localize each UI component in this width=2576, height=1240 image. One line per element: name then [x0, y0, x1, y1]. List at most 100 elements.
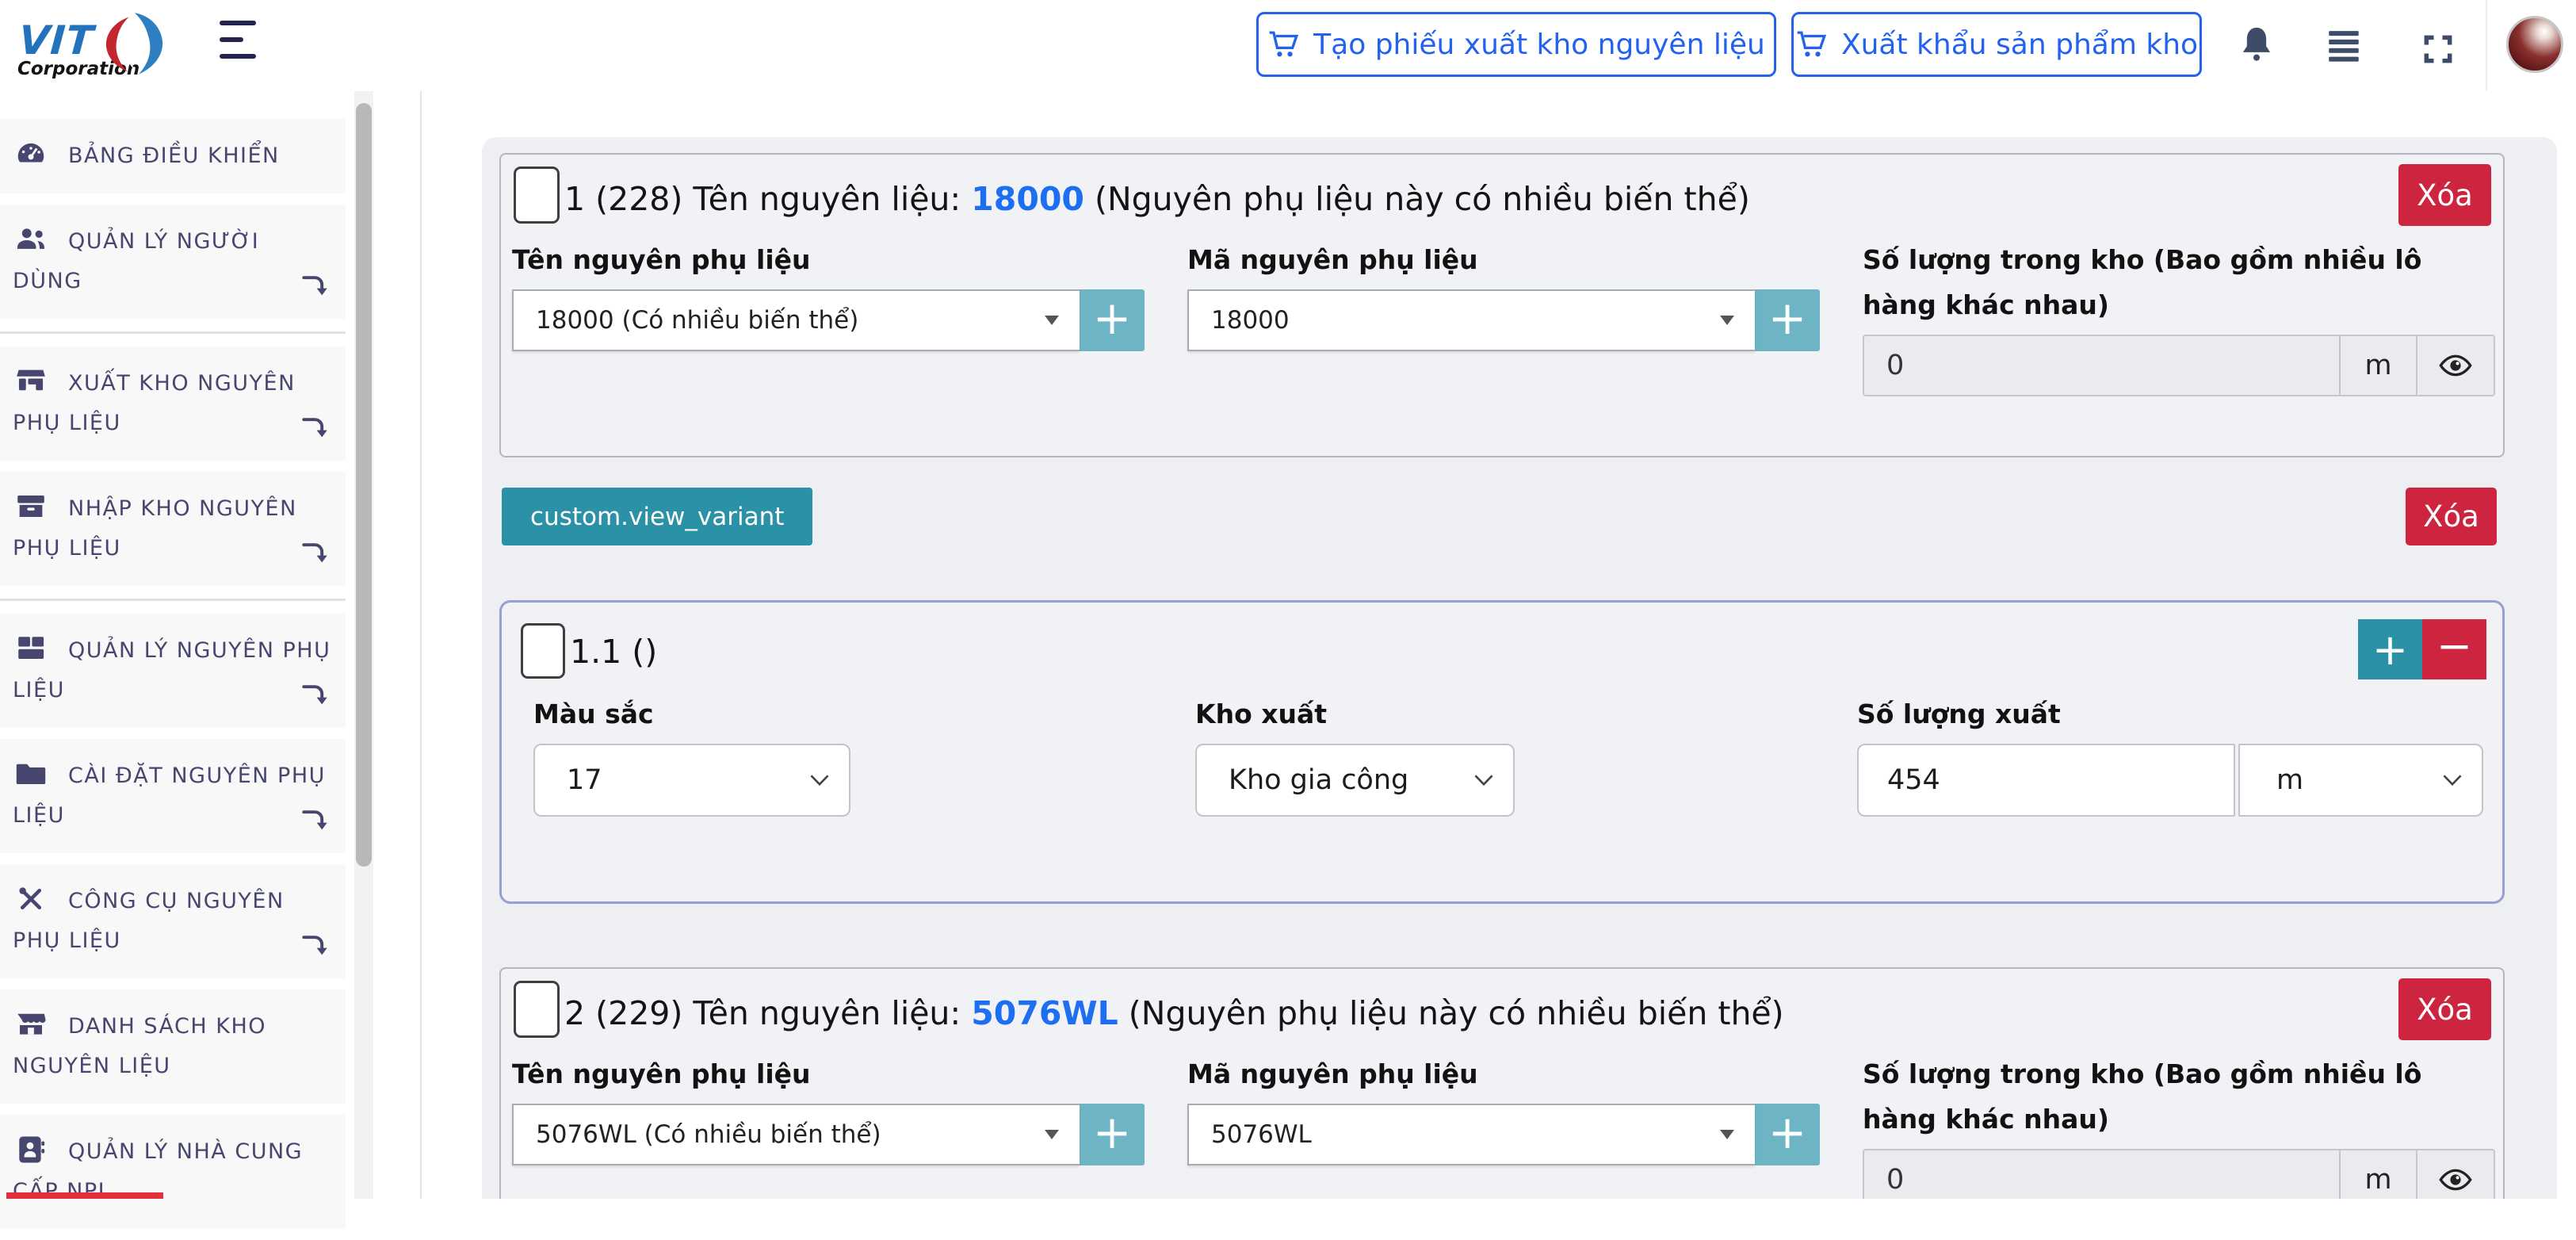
material-2-delete-button[interactable]: Xóa	[2398, 978, 2491, 1040]
cart-icon	[1795, 28, 1829, 61]
export-items-container: 1 (228) Tên nguyên liệu: 18000 (Nguyên p…	[482, 137, 2557, 1199]
fullscreen-icon[interactable]	[2421, 32, 2456, 67]
sidebar-item-warehouse-list[interactable]: DANH SÁCH KHO NGUYÊN LIỆU	[0, 989, 346, 1104]
material-stock-label: Số lượng trong kho (Bao gồm nhiều lô hàn…	[1863, 1051, 2495, 1142]
material-2-name-select[interactable]: 5076WL (Có nhiều biến thể)	[512, 1104, 1080, 1165]
material-1-name-select[interactable]: 18000 (Có nhiều biến thể)	[512, 289, 1080, 351]
material-1-code-value: 18000	[1211, 306, 1290, 335]
sidebar-item-user-management[interactable]: QUẢN LÝ NGƯỜI DÙNG	[0, 205, 346, 319]
sidebar-item-material-settings[interactable]: CÀI ĐẶT NGUYÊN PHỤ LIỆU	[0, 739, 346, 853]
supplier-card-icon	[13, 1133, 49, 1166]
material-2-view-stock-button[interactable]	[2416, 1150, 2494, 1199]
sidebar-item-label: QUẢN LÝ NGUYÊN PHỤ LIỆU	[13, 638, 331, 702]
sidebar-scrollbar-thumb[interactable]	[356, 103, 372, 867]
material-2-checkbox[interactable]	[514, 981, 560, 1038]
submenu-arrow-icon	[301, 806, 330, 834]
submenu-arrow-icon	[301, 538, 330, 567]
variant-add-button[interactable]: +	[2358, 619, 2422, 679]
warehouse-icon	[13, 1008, 49, 1041]
variant-color-select[interactable]: 17	[533, 744, 850, 817]
submenu-arrow-icon	[301, 680, 330, 709]
cart-icon	[1267, 28, 1301, 61]
user-avatar[interactable]	[2506, 16, 2563, 73]
sidebar-item-label: CÀI ĐẶT NGUYÊN PHỤ LIỆU	[13, 764, 326, 828]
variant-warehouse-select[interactable]: Kho gia công	[1195, 744, 1515, 817]
material-1-note: (Nguyên phụ liệu này có nhiều biến thể)	[1095, 180, 1750, 218]
sidebar-scrollbar-track	[354, 91, 373, 1199]
sidebar-item-label: DANH SÁCH KHO NGUYÊN LIỆU	[13, 1014, 266, 1078]
material-1-stock-value: 0	[1864, 336, 2339, 395]
chevron-down-icon	[1473, 773, 1494, 787]
dropdown-arrow-icon	[1720, 1130, 1734, 1139]
material-1-delete-button[interactable]: Xóa	[2398, 164, 2491, 226]
material-1-checkbox[interactable]	[514, 166, 560, 224]
dashboard-icon	[13, 137, 49, 170]
material-code-label: Mã nguyên phụ liệu	[1187, 237, 1820, 282]
material-2-title: 2 (229) Tên nguyên liệu: 5076WL (Nguyên …	[564, 994, 1784, 1032]
material-2-stock-unit: m	[2339, 1150, 2416, 1199]
sidebar-item-label: QUẢN LÝ NGƯỜI DÙNG	[13, 229, 259, 293]
eye-icon	[2438, 348, 2473, 383]
material-1-add-name-button[interactable]: +	[1080, 289, 1145, 351]
variant-unit-select[interactable]: m	[2238, 744, 2483, 817]
create-export-slip-button[interactable]: Tạo phiếu xuất kho nguyên liệu	[1256, 12, 1776, 77]
tools-icon	[13, 882, 49, 916]
sidebar-item-material-export[interactable]: XUẤT KHO NGUYÊN PHỤ LIỆU	[0, 346, 346, 461]
material-name-label: Tên nguyên phụ liệu	[512, 237, 1145, 282]
variant-warehouse-value: Kho gia công	[1229, 764, 1408, 796]
list-icon[interactable]	[2324, 25, 2364, 65]
create-export-slip-label: Tạo phiếu xuất kho nguyên liệu	[1313, 29, 1765, 61]
variant-1-1-checkbox[interactable]	[521, 623, 565, 679]
sidebar-item-label: CÔNG CỤ NGUYÊN PHỤ LIỆU	[13, 889, 285, 953]
variant-1-1-title: 1.1 ()	[570, 633, 657, 671]
dropdown-arrow-icon	[1045, 1130, 1059, 1139]
variant-qty-input[interactable]	[1857, 744, 2235, 817]
sidebar-active-indicator	[6, 1192, 163, 1199]
sidebar-item-material-tools[interactable]: CÔNG CỤ NGUYÊN PHỤ LIỆU	[0, 864, 346, 978]
material-2-title-prefix: 2 (229) Tên nguyên liệu:	[564, 994, 961, 1032]
store-export-icon	[13, 365, 49, 398]
dropdown-arrow-icon	[1045, 316, 1059, 325]
material-2-name-link[interactable]: 5076WL	[971, 994, 1118, 1032]
sidebar-item-label: BẢNG ĐIỀU KHIỂN	[68, 144, 280, 168]
vit-logo: VIT Corporation	[17, 6, 224, 86]
top-header: VIT Corporation Tạo phiếu xuất kho nguyê…	[0, 0, 2576, 91]
material-2-code-select[interactable]: 5076WL	[1187, 1104, 1755, 1165]
sidebar-item-material-import[interactable]: NHẬP KHO NGUYÊN PHỤ LIỆU	[0, 472, 346, 586]
submenu-arrow-icon	[301, 413, 330, 442]
view-variant-badge[interactable]: custom.view_variant	[502, 488, 812, 545]
sidebar-item-label: NHẬP KHO NGUYÊN PHỤ LIỆU	[13, 496, 297, 561]
material-2-add-name-button[interactable]: +	[1080, 1104, 1145, 1165]
material-1-add-code-button[interactable]: +	[1755, 289, 1820, 351]
sidebar-item-supplier-management[interactable]: QUẢN LÝ NHÀ CUNG CẤP NPL	[0, 1115, 346, 1229]
sidebar-group-divider	[0, 331, 346, 334]
variant-row-delete-button[interactable]: Xóa	[2406, 488, 2497, 545]
material-1-name-link[interactable]: 18000	[971, 180, 1084, 218]
material-code-label: Mã nguyên phụ liệu	[1187, 1051, 1820, 1096]
material-1-title-prefix: 1 (228) Tên nguyên liệu:	[564, 180, 961, 218]
dropdown-arrow-icon	[1720, 316, 1734, 325]
material-name-label: Tên nguyên phụ liệu	[512, 1051, 1145, 1096]
chevron-down-icon	[809, 773, 830, 787]
material-1-stock-group: 0 m	[1863, 335, 2495, 396]
folder-icon	[13, 757, 49, 790]
chevron-down-icon	[2442, 773, 2463, 787]
variant-color-value: 17	[567, 764, 602, 796]
material-1-code-select[interactable]: 18000	[1187, 289, 1755, 351]
material-1-view-stock-button[interactable]	[2416, 336, 2494, 395]
sidebar-item-dashboard[interactable]: BẢNG ĐIỀU KHIỂN	[0, 119, 346, 193]
bell-icon[interactable]	[2235, 21, 2278, 68]
sidebar-item-material-management[interactable]: QUẢN LÝ NGUYÊN PHỤ LIỆU	[0, 614, 346, 728]
users-icon	[13, 223, 49, 256]
variant-unit-value: m	[2276, 764, 2303, 796]
sidebar-nav: BẢNG ĐIỀU KHIỂN QUẢN LÝ NGƯỜI DÙNG XUẤT …	[0, 119, 346, 1240]
material-stock-label: Số lượng trong kho (Bao gồm nhiều lô hàn…	[1863, 237, 2495, 327]
hamburger-menu-button[interactable]	[220, 21, 256, 65]
material-1-name-value: 18000 (Có nhiều biến thể)	[536, 306, 858, 335]
material-2-add-code-button[interactable]: +	[1755, 1104, 1820, 1165]
export-product-button[interactable]: Xuất khẩu sản phẩm kho	[1791, 12, 2202, 77]
material-1-title: 1 (228) Tên nguyên liệu: 18000 (Nguyên p…	[564, 180, 1750, 218]
variant-remove-button[interactable]: −	[2422, 619, 2486, 679]
submenu-arrow-icon	[301, 271, 330, 300]
sidebar: BẢNG ĐIỀU KHIỂN QUẢN LÝ NGƯỜI DÙNG XUẤT …	[0, 91, 420, 1199]
